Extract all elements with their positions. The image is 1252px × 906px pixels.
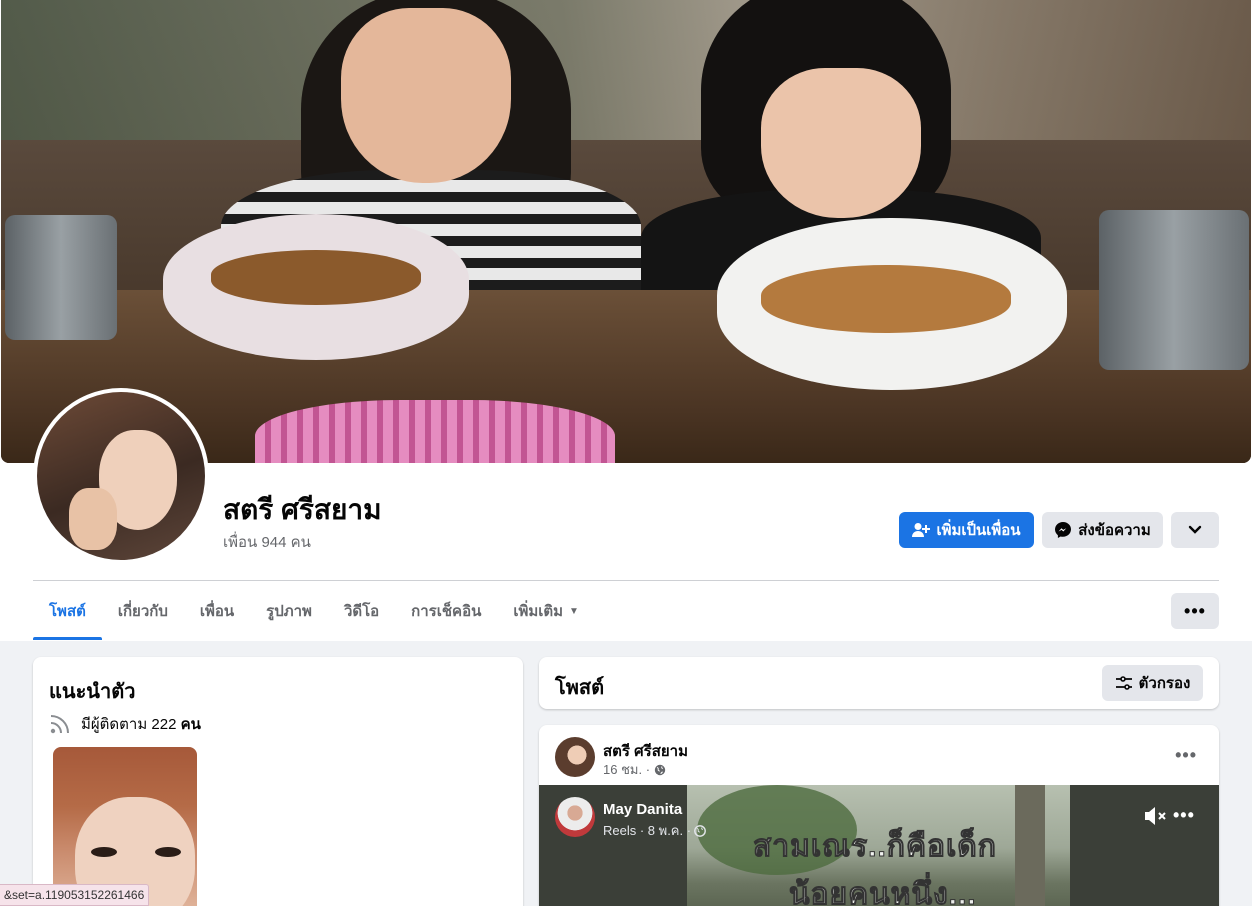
- shared-reel[interactable]: สามเณร..ก็คือเด็ก น้อยคนหนึ่ง... May Dan…: [539, 785, 1219, 906]
- tab-checkins[interactable]: การเช็คอิน: [395, 582, 497, 640]
- message-label: ส่งข้อความ: [1078, 522, 1151, 539]
- reel-author-name[interactable]: May Danita: [603, 801, 682, 818]
- post-time[interactable]: 16 ชม. ·: [603, 759, 650, 780]
- tab-posts[interactable]: โพสต์: [33, 582, 102, 640]
- friend-count[interactable]: เพื่อน 944 คน: [223, 530, 311, 554]
- featured-photo[interactable]: [53, 747, 197, 906]
- caret-down-icon: ▼: [569, 605, 579, 617]
- filter-button[interactable]: ตัวกรอง: [1102, 665, 1203, 701]
- add-friend-label: เพิ่มเป็นเพื่อน: [936, 522, 1021, 539]
- tab-photos[interactable]: รูปภาพ: [250, 582, 328, 640]
- post-card: สตรี ศรีสยาม 16 ชม. · ••• สามเณร..ก็คือเ…: [539, 725, 1219, 906]
- reel-author-avatar[interactable]: [555, 797, 595, 837]
- globe-icon: [654, 764, 666, 776]
- rss-icon: [49, 713, 71, 735]
- mute-icon[interactable]: [1143, 805, 1167, 827]
- reel-overlay-text-2: น้อยคนหนึ่ง...: [789, 878, 977, 906]
- followers-row: มีผู้ติดตาม 222 คน: [49, 712, 201, 736]
- post-meta: 16 ชม. ·: [603, 759, 666, 780]
- messenger-icon: [1054, 521, 1072, 539]
- profile-tabs: โพสต์ เกี่ยวกับ เพื่อน รูปภาพ วิดีโอ การ…: [33, 582, 595, 640]
- more-options-button[interactable]: •••: [1171, 593, 1219, 629]
- status-bar-url: &set=a.119053152261466: [0, 884, 150, 906]
- reel-meta-text[interactable]: Reels · 8 พ.ค. ·: [603, 820, 691, 841]
- filter-icon: [1115, 675, 1133, 691]
- intro-title: แนะนำตัว: [49, 681, 136, 703]
- tab-more[interactable]: เพิ่มเติม ▼: [497, 582, 595, 640]
- post-options-button[interactable]: •••: [1175, 745, 1197, 766]
- add-friend-button[interactable]: เพิ่มเป็นเพื่อน: [899, 512, 1034, 548]
- profile-avatar[interactable]: [33, 388, 209, 564]
- tab-videos[interactable]: วิดีโอ: [328, 582, 395, 640]
- tab-friends[interactable]: เพื่อน: [184, 582, 250, 640]
- profile-header: สตรี ศรีสยาม เพื่อน 944 คน เพิ่มเป็นเพื่…: [0, 0, 1252, 641]
- reel-options-button[interactable]: •••: [1173, 805, 1195, 826]
- reel-overlay-text-1: สามเณร..ก็คือเด็ก: [753, 830, 997, 864]
- profile-name: สตรี ศรีสยาม: [223, 494, 382, 525]
- post-author-avatar[interactable]: [555, 737, 595, 777]
- tab-about[interactable]: เกี่ยวกับ: [102, 582, 184, 640]
- cover-photo[interactable]: [1, 0, 1251, 463]
- more-icon: •••: [1173, 805, 1195, 825]
- more-icon: •••: [1175, 745, 1197, 765]
- profile-options-button[interactable]: [1171, 512, 1219, 548]
- chevron-down-icon: [1188, 525, 1202, 535]
- reel-meta: Reels · 8 พ.ค. ·: [603, 820, 706, 841]
- filter-label: ตัวกรอง: [1138, 675, 1191, 692]
- posts-header-card: โพสต์ ตัวกรอง: [539, 657, 1219, 709]
- add-friend-icon: [912, 522, 931, 538]
- posts-title: โพสต์: [555, 677, 605, 699]
- followers-unit[interactable]: คน: [181, 716, 201, 733]
- more-icon: •••: [1184, 600, 1206, 621]
- globe-icon: [694, 824, 706, 837]
- message-button[interactable]: ส่งข้อความ: [1042, 512, 1163, 548]
- followers-text: มีผู้ติดตาม 222 คน: [81, 716, 201, 733]
- header-divider: [33, 580, 1219, 581]
